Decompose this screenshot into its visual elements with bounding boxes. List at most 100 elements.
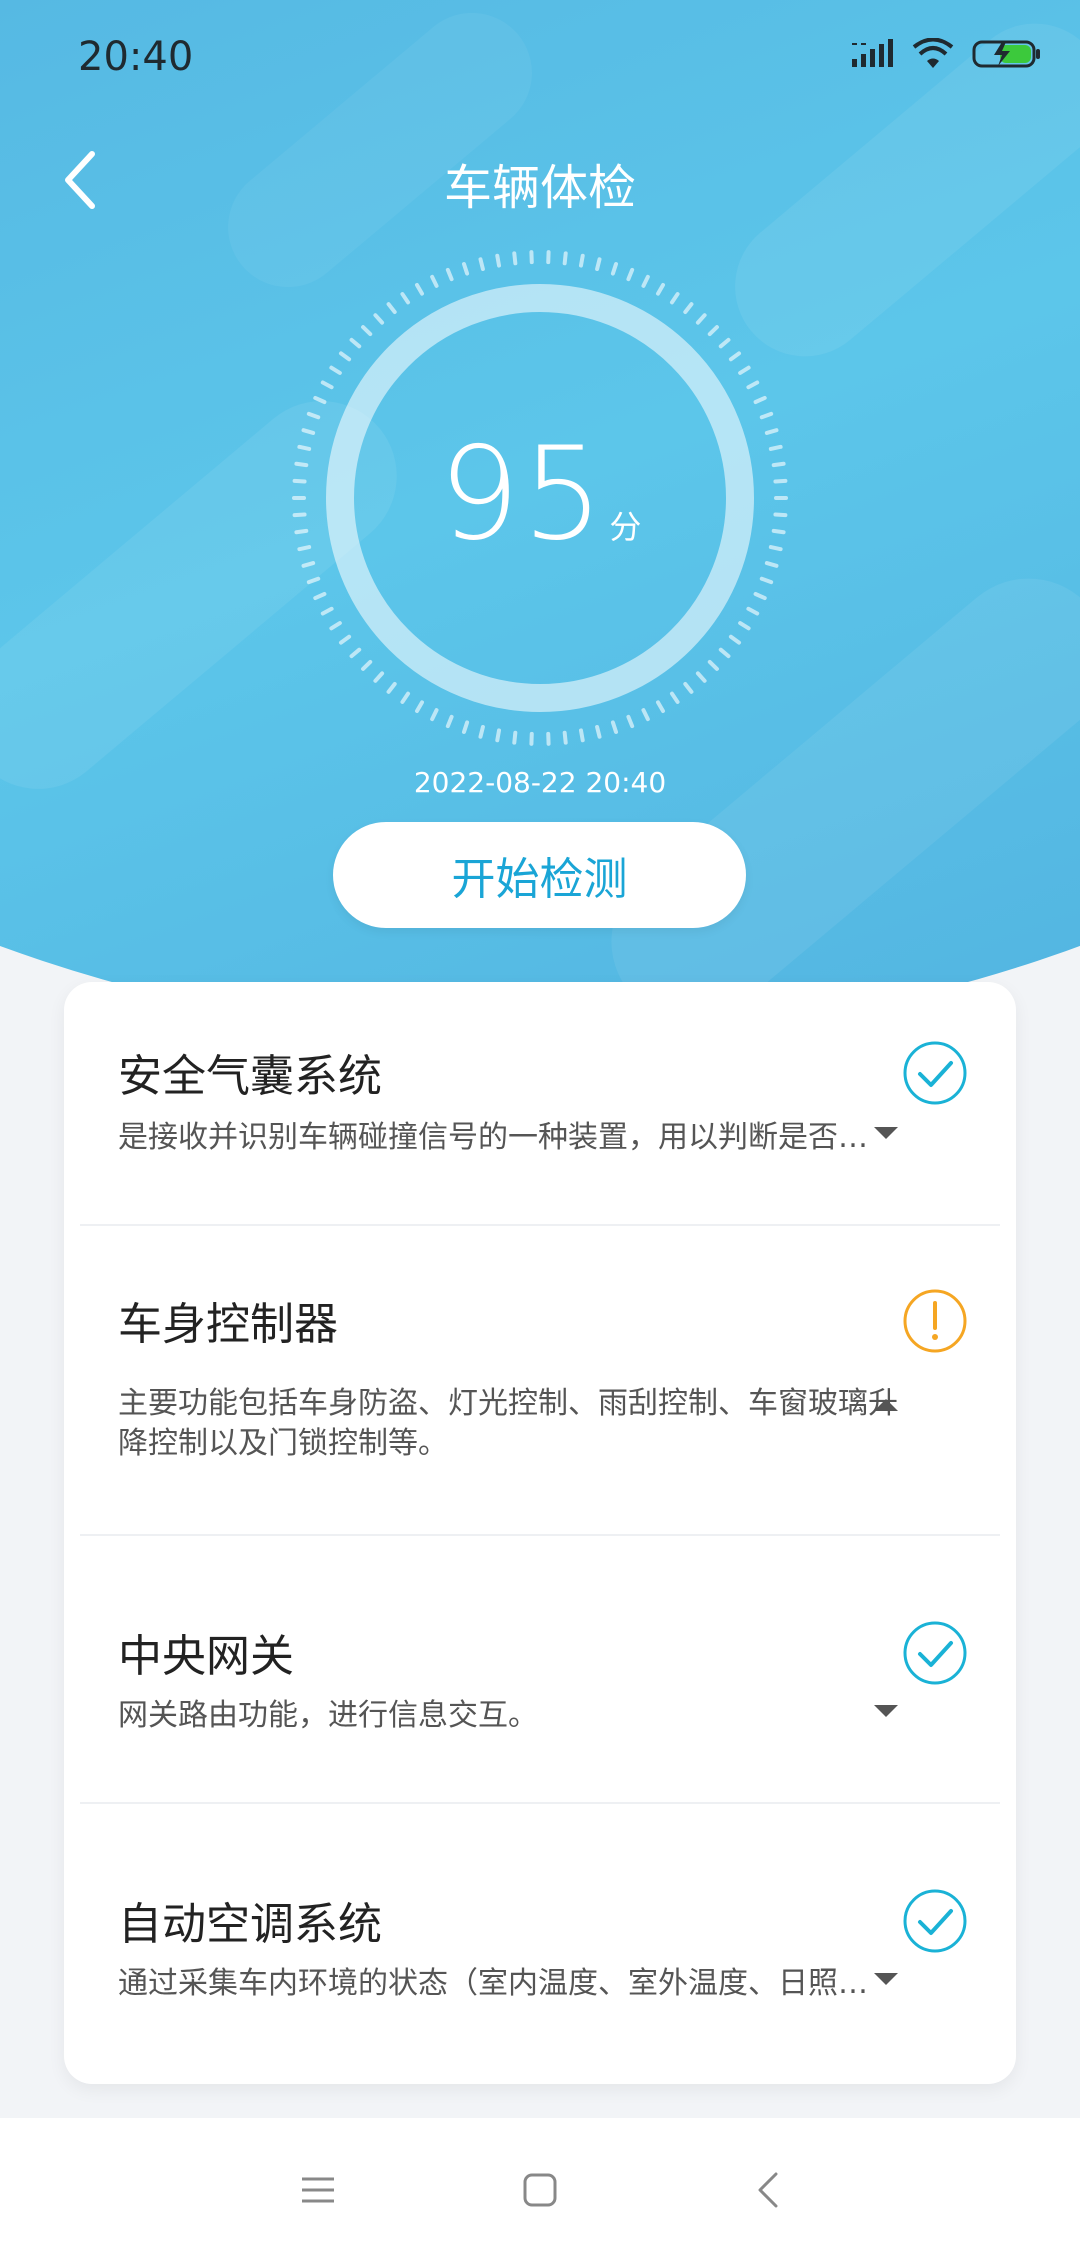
caret-down-icon (874, 1973, 898, 1985)
item-description: 是接收并识别车辆碰撞信号的一种装置，用以判断是否需要展开安全气囊的系统。 (118, 1120, 888, 1155)
check-results-card: 安全气囊系统 是接收并识别车辆碰撞信号的一种装置，用以判断是否需要展开安全气囊的… (64, 982, 1016, 2084)
gauge-tick (695, 671, 707, 683)
check-circle-icon (903, 1889, 967, 1953)
gauge-tick (656, 700, 665, 714)
item-title: 安全气囊系统 (118, 1051, 382, 1102)
gauge-tick (313, 591, 327, 601)
gauge-tick (430, 274, 439, 288)
gauge-tick (759, 576, 774, 585)
gauge-tick (753, 591, 767, 601)
gauge-tick (461, 720, 470, 734)
gauge-tick (641, 708, 650, 722)
page-title: 车辆体检 (443, 160, 636, 216)
gauge-tick (683, 681, 694, 694)
check-item[interactable]: 车身控制器 主要功能包括车身防盗、灯光控制、雨刮控制、车窗玻璃升降控制以及门锁控… (64, 1226, 1016, 1536)
gauge-tick (578, 253, 585, 268)
item-title: 中央网关 (118, 1631, 294, 1682)
item-description: 通过采集车内环境的状态（室内温度、室外温度、日照强度等）自动调节空调的系统。 (118, 1966, 888, 2001)
home-square-icon (523, 2173, 557, 2207)
gauge-tick (718, 647, 731, 659)
start-check-button[interactable]: 开始检测 (333, 822, 746, 928)
gauge-tick (707, 325, 719, 337)
wifi-icon (912, 38, 954, 68)
caret-up-icon (874, 1399, 898, 1411)
system-back-button[interactable] (728, 2150, 808, 2230)
gauge-tick (746, 606, 760, 616)
status-bar: 20:40 (0, 0, 1080, 120)
gauge-tick (400, 292, 411, 305)
gauge-tick (306, 411, 321, 420)
gauge-tick (718, 337, 731, 349)
battery-charging-icon (972, 40, 1040, 68)
item-title: 车身控制器 (118, 1299, 338, 1350)
gauge-tick (626, 714, 635, 729)
gauge-tick (683, 302, 694, 315)
check-item[interactable]: 安全气囊系统 是接收并识别车辆碰撞信号的一种装置，用以判断是否需要展开安全气囊的… (64, 982, 1016, 1226)
gauge-tick (386, 681, 397, 694)
gauge-tick (349, 647, 362, 659)
gauge-tick (415, 282, 424, 296)
gauge-tick (445, 267, 454, 282)
item-title: 自动空调系统 (118, 1899, 382, 1950)
score-unit: 分 (609, 508, 642, 546)
gauge-tick (512, 730, 518, 745)
gauge-tick (329, 365, 342, 375)
expand-toggle[interactable] (866, 1118, 906, 1148)
gauge-tick (512, 251, 518, 266)
menu-icon (302, 2177, 334, 2203)
gauge-tick (320, 606, 334, 616)
check-circle-icon (903, 1621, 967, 1685)
gauge-tick (338, 634, 352, 645)
gauge-tick (349, 337, 362, 349)
caret-down-icon (874, 1127, 898, 1139)
expand-toggle[interactable] (866, 1964, 906, 1994)
gauge-tick (562, 730, 568, 745)
status-icons (850, 38, 1042, 70)
check-item[interactable]: 中央网关 网关路由功能，进行信息交互。 (64, 1536, 1016, 1804)
gauge-tick (445, 714, 454, 729)
gauge-tick (707, 659, 719, 671)
check-circle-icon (903, 1041, 967, 1105)
status-time: 20:40 (78, 34, 194, 80)
score-display: 95 分 (290, 420, 790, 569)
gauge-tick (728, 351, 742, 362)
gauge-tick (386, 302, 397, 315)
gauge-tick (595, 724, 602, 739)
gauge-tick (338, 351, 352, 362)
gauge-tick (595, 257, 602, 272)
gauge-tick (400, 691, 411, 704)
score-value: 95 (438, 420, 606, 569)
gauge-tick (478, 257, 485, 272)
gauge-tick (461, 262, 470, 276)
gauge-tick (695, 313, 707, 325)
gauge-tick (610, 262, 619, 276)
gauge-tick (478, 724, 485, 739)
item-description: 主要功能包括车身防盗、灯光控制、雨刮控制、车窗玻璃升降控制以及门锁控制等。 (118, 1386, 898, 1461)
gauge-tick (495, 728, 502, 743)
check-item[interactable]: 自动空调系统 通过采集车内环境的状态（室内温度、室外温度、日照强度等）自动调节空… (64, 1804, 1016, 2084)
gauge-tick (746, 380, 760, 390)
gauge-tick (738, 621, 751, 631)
gauge-tick (641, 274, 650, 288)
gauge-tick (669, 292, 680, 305)
gauge-tick (361, 659, 373, 671)
menu-button[interactable] (278, 2150, 358, 2230)
gauge-tick (415, 700, 424, 714)
collapse-toggle[interactable] (866, 1390, 906, 1420)
home-button[interactable] (500, 2150, 580, 2230)
expand-toggle[interactable] (866, 1696, 906, 1726)
check-datetime: 2022-08-22 20:40 (413, 766, 667, 799)
caret-down-icon (874, 1705, 898, 1717)
gauge-tick (306, 576, 321, 585)
gauge-tick (626, 267, 635, 282)
back-triangle-icon (758, 2172, 778, 2208)
item-description: 网关路由功能，进行信息交互。 (118, 1698, 538, 1733)
gauge-tick (738, 365, 751, 375)
gauge-tick (669, 691, 680, 704)
gauge-tick (329, 621, 342, 631)
gauge-tick (656, 282, 665, 296)
gauge-tick (728, 634, 742, 645)
gauge-tick (578, 728, 585, 743)
signal-icon (852, 39, 893, 67)
gauge-tick (495, 253, 502, 268)
